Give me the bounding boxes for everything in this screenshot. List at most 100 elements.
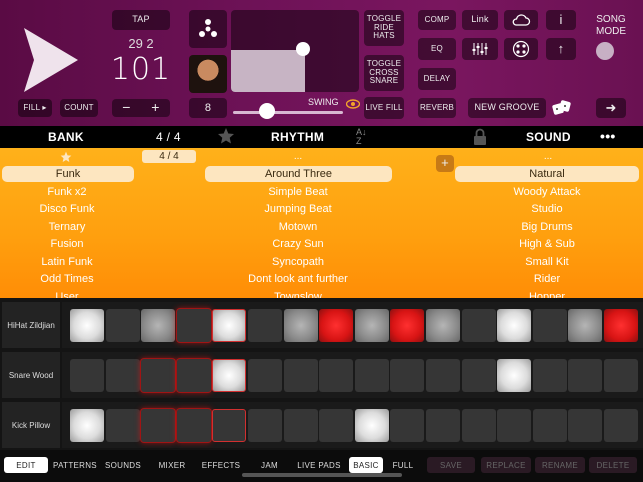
sound-header[interactable]: SOUND [526, 130, 571, 144]
eq-button[interactable]: EQ [418, 38, 456, 60]
step-pad[interactable] [532, 309, 567, 342]
rhythm-list-item[interactable]: Jumping Beat [204, 201, 392, 217]
time-signature-header[interactable]: 4 / 4 [156, 130, 181, 144]
swing-slider-track[interactable] [233, 111, 343, 114]
play-button[interactable] [14, 20, 84, 100]
step-pad[interactable] [426, 309, 460, 342]
step-pad[interactable] [319, 359, 354, 392]
tab-replace[interactable]: REPLACE [481, 457, 531, 473]
step-pad[interactable] [497, 309, 532, 342]
step-pad[interactable] [248, 359, 282, 392]
step-pad[interactable] [568, 409, 603, 442]
live-fill-button[interactable]: LIVE FILL [364, 97, 404, 119]
step-pad[interactable] [141, 409, 176, 442]
tab-live-pads[interactable]: LIVE PADS [295, 457, 343, 473]
fan-button[interactable] [189, 10, 227, 48]
step-pad[interactable] [604, 309, 638, 342]
step-pad[interactable] [354, 359, 389, 392]
step-pad[interactable] [461, 359, 496, 392]
step-pad[interactable] [105, 409, 140, 442]
step-pad[interactable] [176, 309, 211, 342]
rhythm-list-item[interactable]: Dont look ant further [204, 271, 392, 287]
tap-tempo-button[interactable]: TAP [112, 10, 170, 30]
tab-patterns[interactable]: PATTERNS [53, 457, 97, 473]
rhythm-list-item[interactable]: Townslow [204, 289, 392, 299]
sort-az-icon[interactable]: A↓ Z [356, 128, 367, 146]
step-pad[interactable] [319, 409, 354, 442]
sound-list-item[interactable]: Hopper [454, 289, 640, 299]
eye-icon[interactable] [345, 96, 361, 114]
rhythm-list-item[interactable]: Around Three [205, 166, 392, 182]
reverb-button[interactable]: REVERB [418, 98, 456, 118]
bank-header[interactable]: BANK [48, 130, 84, 144]
sound-list-item[interactable]: Woody Attack [454, 184, 640, 200]
time-signature-filter[interactable]: 4 / 4 [142, 150, 196, 163]
info-button[interactable]: i [546, 10, 576, 30]
step-pad[interactable] [105, 309, 140, 342]
delay-button[interactable]: DELAY [418, 68, 456, 90]
sound-list-item[interactable]: Small Kit [454, 254, 640, 270]
step-pad[interactable] [283, 359, 318, 392]
favorite-star-icon[interactable] [217, 127, 235, 150]
step-pad[interactable] [461, 409, 496, 442]
song-mode-toggle[interactable] [596, 42, 614, 60]
bank-list-item[interactable]: Fusion [0, 236, 134, 252]
cloud-button[interactable] [504, 10, 538, 30]
pad-row-label[interactable]: Kick Pillow [2, 402, 60, 448]
rhythm-list-item[interactable]: Syncopath [204, 254, 392, 270]
step-pad[interactable] [176, 409, 211, 442]
step-pad[interactable] [604, 409, 638, 442]
sound-list-item[interactable]: High & Sub [454, 236, 640, 252]
tempo-value[interactable]: 101 [110, 52, 172, 87]
step-pad[interactable] [141, 309, 176, 342]
sound-list-item[interactable]: Rider [454, 271, 640, 287]
sound-list-item[interactable]: Big Drums [454, 219, 640, 235]
step-pad[interactable] [70, 409, 104, 442]
mixer-sliders-button[interactable] [462, 38, 498, 60]
sound-list-item[interactable]: Natural [455, 166, 639, 182]
rhythm-list-item[interactable]: Crazy Sun [204, 236, 392, 252]
rhythm-list-item[interactable]: Motown [204, 219, 392, 235]
step-pad[interactable] [248, 309, 282, 342]
new-groove-button[interactable]: NEW GROOVE [468, 98, 546, 118]
count-button[interactable]: COUNT [60, 99, 98, 117]
bank-list-item[interactable]: Ternary [0, 219, 134, 235]
tempo-minus-button[interactable]: − [122, 99, 130, 115]
dice-button[interactable] [550, 98, 574, 118]
rhythm-list-item[interactable]: Simple Beat [204, 184, 392, 200]
bank-list-item[interactable]: Funk x2 [0, 184, 134, 200]
tab-sounds[interactable]: SOUNDS [101, 457, 145, 473]
step-pad[interactable] [176, 359, 211, 392]
step-pad[interactable] [248, 409, 282, 442]
step-pad[interactable] [568, 309, 603, 342]
step-pad[interactable] [461, 309, 496, 342]
step-pad[interactable] [604, 359, 638, 392]
tab-jam[interactable]: JAM [247, 457, 292, 473]
step-pad[interactable] [390, 359, 425, 392]
step-pad[interactable] [532, 409, 567, 442]
step-pad[interactable] [426, 409, 460, 442]
step-pad[interactable] [390, 409, 425, 442]
fill-button[interactable]: FILL ▸ [18, 99, 52, 117]
add-rhythm-button[interactable]: + [436, 155, 454, 172]
step-pad[interactable] [212, 309, 247, 342]
steps-value[interactable]: 8 [189, 98, 227, 118]
bank-list-item[interactable]: User [0, 289, 134, 299]
step-pad[interactable] [212, 359, 247, 392]
step-pad[interactable] [497, 359, 532, 392]
rhythm-header[interactable]: RHYTHM [271, 130, 324, 144]
share-button[interactable]: ↑ [546, 38, 576, 60]
tempo-plus-button[interactable]: + [151, 99, 159, 115]
soundboard-button[interactable] [504, 38, 538, 60]
step-pad[interactable] [141, 359, 176, 392]
step-pad[interactable] [532, 359, 567, 392]
tab-edit[interactable]: EDIT [4, 457, 48, 473]
bank-list-item[interactable]: Latin Funk [0, 254, 134, 270]
more-options-icon[interactable]: ••• [600, 128, 616, 144]
pad-row-label[interactable]: Snare Wood [2, 352, 60, 398]
comp-button[interactable]: COMP [418, 10, 456, 30]
step-pad[interactable] [283, 309, 318, 342]
bank-list-item[interactable]: Funk [2, 166, 134, 182]
step-pad[interactable] [354, 309, 389, 342]
tab-delete[interactable]: DELETE [589, 457, 637, 473]
